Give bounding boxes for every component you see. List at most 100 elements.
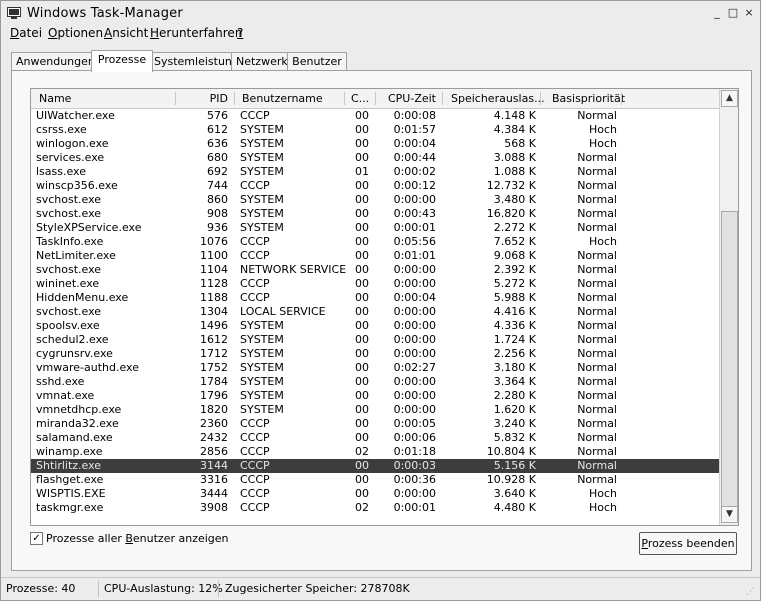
process-user: CCCP (240, 431, 270, 444)
process-memory: 2.280 K (493, 389, 536, 402)
process-priority: Hoch (588, 123, 617, 136)
process-name: UIWatcher.exe (36, 109, 115, 122)
process-row[interactable]: wininet.exe 1128 CCCP 00 0:00:00 5.272 K Norma… (31, 277, 719, 291)
process-row[interactable]: schedul2.exe 1612 SYSTEM 00 0:00:00 1.724 K No… (31, 333, 719, 347)
menu-herunterfahren[interactable]: Herunterfahren (150, 26, 242, 40)
process-row[interactable]: winlogon.exe 636 SYSTEM 00 0:00:04 568 K Hoch (31, 137, 719, 151)
process-row[interactable]: miranda32.exe 2360 CCCP 00 0:00:05 3.240 K Nor… (31, 417, 719, 431)
column-header-cpu[interactable]: C... (351, 89, 369, 108)
menu-ansicht[interactable]: Ansicht (104, 26, 148, 40)
process-row[interactable]: flashget.exe 3316 CCCP 00 0:00:36 10.928 K Nor… (31, 473, 719, 487)
process-name: winlogon.exe (36, 137, 109, 150)
column-divider[interactable] (442, 92, 443, 105)
process-cpu: 00 (355, 487, 369, 500)
process-list[interactable]: Name PID Benutzername C... CPU-Zeit Spei… (30, 88, 739, 526)
process-priority: Normal (577, 305, 617, 318)
process-memory: 5.156 K (493, 459, 536, 472)
process-row[interactable]: winamp.exe 2856 CCCP 02 0:01:18 10.804 K Norma… (31, 445, 719, 459)
process-user: CCCP (240, 179, 270, 192)
tab-anwendungen[interactable]: Anwendungen (11, 52, 99, 70)
show-all-users-label[interactable]: Prozesse aller Benutzer anzeigen (46, 532, 229, 545)
vertical-scrollbar[interactable]: ▲ ▼ (719, 89, 738, 525)
process-row[interactable]: csrss.exe 612 SYSTEM 00 0:01:57 4.384 K Hoch (31, 123, 719, 137)
process-row[interactable]: winscp356.exe 744 CCCP 00 0:00:12 12.732 K Nor… (31, 179, 719, 193)
process-cpu-time: 0:00:36 (393, 473, 436, 486)
process-pid: 1104 (200, 263, 228, 276)
process-row[interactable]: svchost.exe 1304 LOCAL SERVICE 00 0:00:00 4.4… (31, 305, 719, 319)
process-name: svchost.exe (36, 193, 102, 206)
process-priority: Normal (577, 361, 617, 374)
scroll-up-icon[interactable]: ▲ (721, 90, 738, 107)
tab-systemleistung[interactable]: Systemleistung (149, 52, 239, 70)
tab-netzwerk[interactable]: Netzwerk (231, 52, 291, 70)
maximize-button[interactable]: □ (726, 6, 740, 20)
process-user: LOCAL SERVICE (240, 305, 326, 318)
process-row[interactable]: StyleXPService.exe 936 SYSTEM 00 0:00:01 2.27… (31, 221, 719, 235)
close-button[interactable]: × (742, 6, 756, 20)
process-name: wininet.exe (36, 277, 100, 290)
process-pid: 1304 (200, 305, 228, 318)
process-row[interactable]: svchost.exe 1104 NETWORK SERVICE 00 0:00:00 2… (31, 263, 719, 277)
process-name: taskmgr.exe (36, 501, 104, 514)
process-row[interactable]: Shtirlitz.exe 3144 CCCP 00 0:00:03 5.156 K Nor… (31, 459, 719, 473)
process-row[interactable]: NetLimiter.exe 1100 CCCP 00 0:01:01 9.068 K No… (31, 249, 719, 263)
end-process-button[interactable]: Prozess beenden (639, 532, 737, 555)
process-user: CCCP (240, 249, 270, 262)
column-divider[interactable] (540, 92, 541, 105)
column-header-memory[interactable]: Speicherauslas... (451, 89, 545, 108)
column-divider[interactable] (344, 92, 345, 105)
process-row[interactable]: vmnat.exe 1796 SYSTEM 00 0:00:00 2.280 K Norma… (31, 389, 719, 403)
menu-datei[interactable]: Datei (10, 26, 42, 40)
process-cpu-time: 0:00:00 (393, 403, 436, 416)
process-row[interactable]: vmnetdhcp.exe 1820 SYSTEM 00 0:00:00 1.620 K N… (31, 403, 719, 417)
process-row[interactable]: sshd.exe 1784 SYSTEM 00 0:00:00 3.364 K Normal (31, 375, 719, 389)
process-row[interactable]: UIWatcher.exe 576 CCCP 00 0:00:08 4.148 K Norm… (31, 109, 719, 123)
column-divider[interactable] (234, 92, 235, 105)
scrollbar-thumb[interactable] (721, 211, 738, 507)
process-memory: 1.088 K (493, 165, 536, 178)
process-row[interactable]: spoolsv.exe 1496 SYSTEM 00 0:00:00 4.336 K Nor… (31, 319, 719, 333)
tab-benutzer[interactable]: Benutzer (287, 52, 347, 70)
process-row[interactable]: services.exe 680 SYSTEM 00 0:00:44 3.088 K Nor… (31, 151, 719, 165)
process-pid: 1752 (200, 361, 228, 374)
process-row[interactable]: taskmgr.exe 3908 CCCP 02 0:00:01 4.480 K Hoch (31, 501, 719, 515)
tab-prozesse[interactable]: Prozesse (91, 50, 153, 72)
process-memory: 9.068 K (493, 249, 536, 262)
process-user: SYSTEM (240, 389, 284, 402)
process-cpu: 00 (355, 249, 369, 262)
column-header-pid[interactable]: PID (176, 89, 228, 108)
process-row[interactable]: WISPTIS.EXE 3444 CCCP 00 0:00:00 3.640 K Hoch (31, 487, 719, 501)
column-header-cpu-time[interactable]: CPU-Zeit (376, 89, 436, 108)
process-row[interactable]: cygrunsrv.exe 1712 SYSTEM 00 0:00:00 2.256 K N… (31, 347, 719, 361)
process-pid: 908 (207, 207, 228, 220)
column-header-priority[interactable]: Basispriorität (552, 89, 625, 108)
process-row[interactable]: lsass.exe 692 SYSTEM 01 0:00:02 1.088 K Normal (31, 165, 719, 179)
process-row[interactable]: TaskInfo.exe 1076 CCCP 00 0:05:56 7.652 K Hoch (31, 235, 719, 249)
column-divider[interactable] (621, 92, 622, 105)
process-memory: 12.732 K (486, 179, 536, 192)
process-cpu: 00 (355, 333, 369, 346)
process-row[interactable]: svchost.exe 860 SYSTEM 00 0:00:00 3.480 K Norm… (31, 193, 719, 207)
process-row[interactable]: HiddenMenu.exe 1188 CCCP 00 0:00:04 5.988 K No… (31, 291, 719, 305)
list-header: Name PID Benutzername C... CPU-Zeit Spei… (31, 89, 719, 109)
column-header-name[interactable]: Name (39, 89, 71, 108)
process-row[interactable]: salamand.exe 2432 CCCP 00 0:00:06 5.832 K Norm… (31, 431, 719, 445)
process-row[interactable]: vmware-authd.exe 1752 SYSTEM 00 0:02:27 3.180… (31, 361, 719, 375)
process-cpu-time: 0:00:44 (393, 151, 436, 164)
show-all-users-checkbox[interactable]: ✓ (30, 532, 43, 545)
minimize-button[interactable]: _ (710, 6, 724, 20)
process-cpu: 00 (355, 151, 369, 164)
process-cpu: 02 (355, 501, 369, 514)
scroll-down-icon[interactable]: ▼ (721, 506, 738, 523)
process-cpu-time: 0:00:12 (393, 179, 436, 192)
process-row[interactable]: svchost.exe 908 SYSTEM 00 0:00:43 16.820 K Nor… (31, 207, 719, 221)
process-memory: 3.088 K (493, 151, 536, 164)
resize-grip-icon[interactable]: ⋰ (746, 587, 756, 597)
menu-optionen[interactable]: Optionen (48, 26, 103, 40)
column-header-user[interactable]: Benutzername (242, 89, 323, 108)
process-cpu-time: 0:00:01 (393, 221, 436, 234)
process-name: schedul2.exe (36, 333, 109, 346)
process-cpu: 00 (355, 235, 369, 248)
process-user: SYSTEM (240, 347, 284, 360)
menu-help[interactable]: ? (237, 26, 243, 40)
